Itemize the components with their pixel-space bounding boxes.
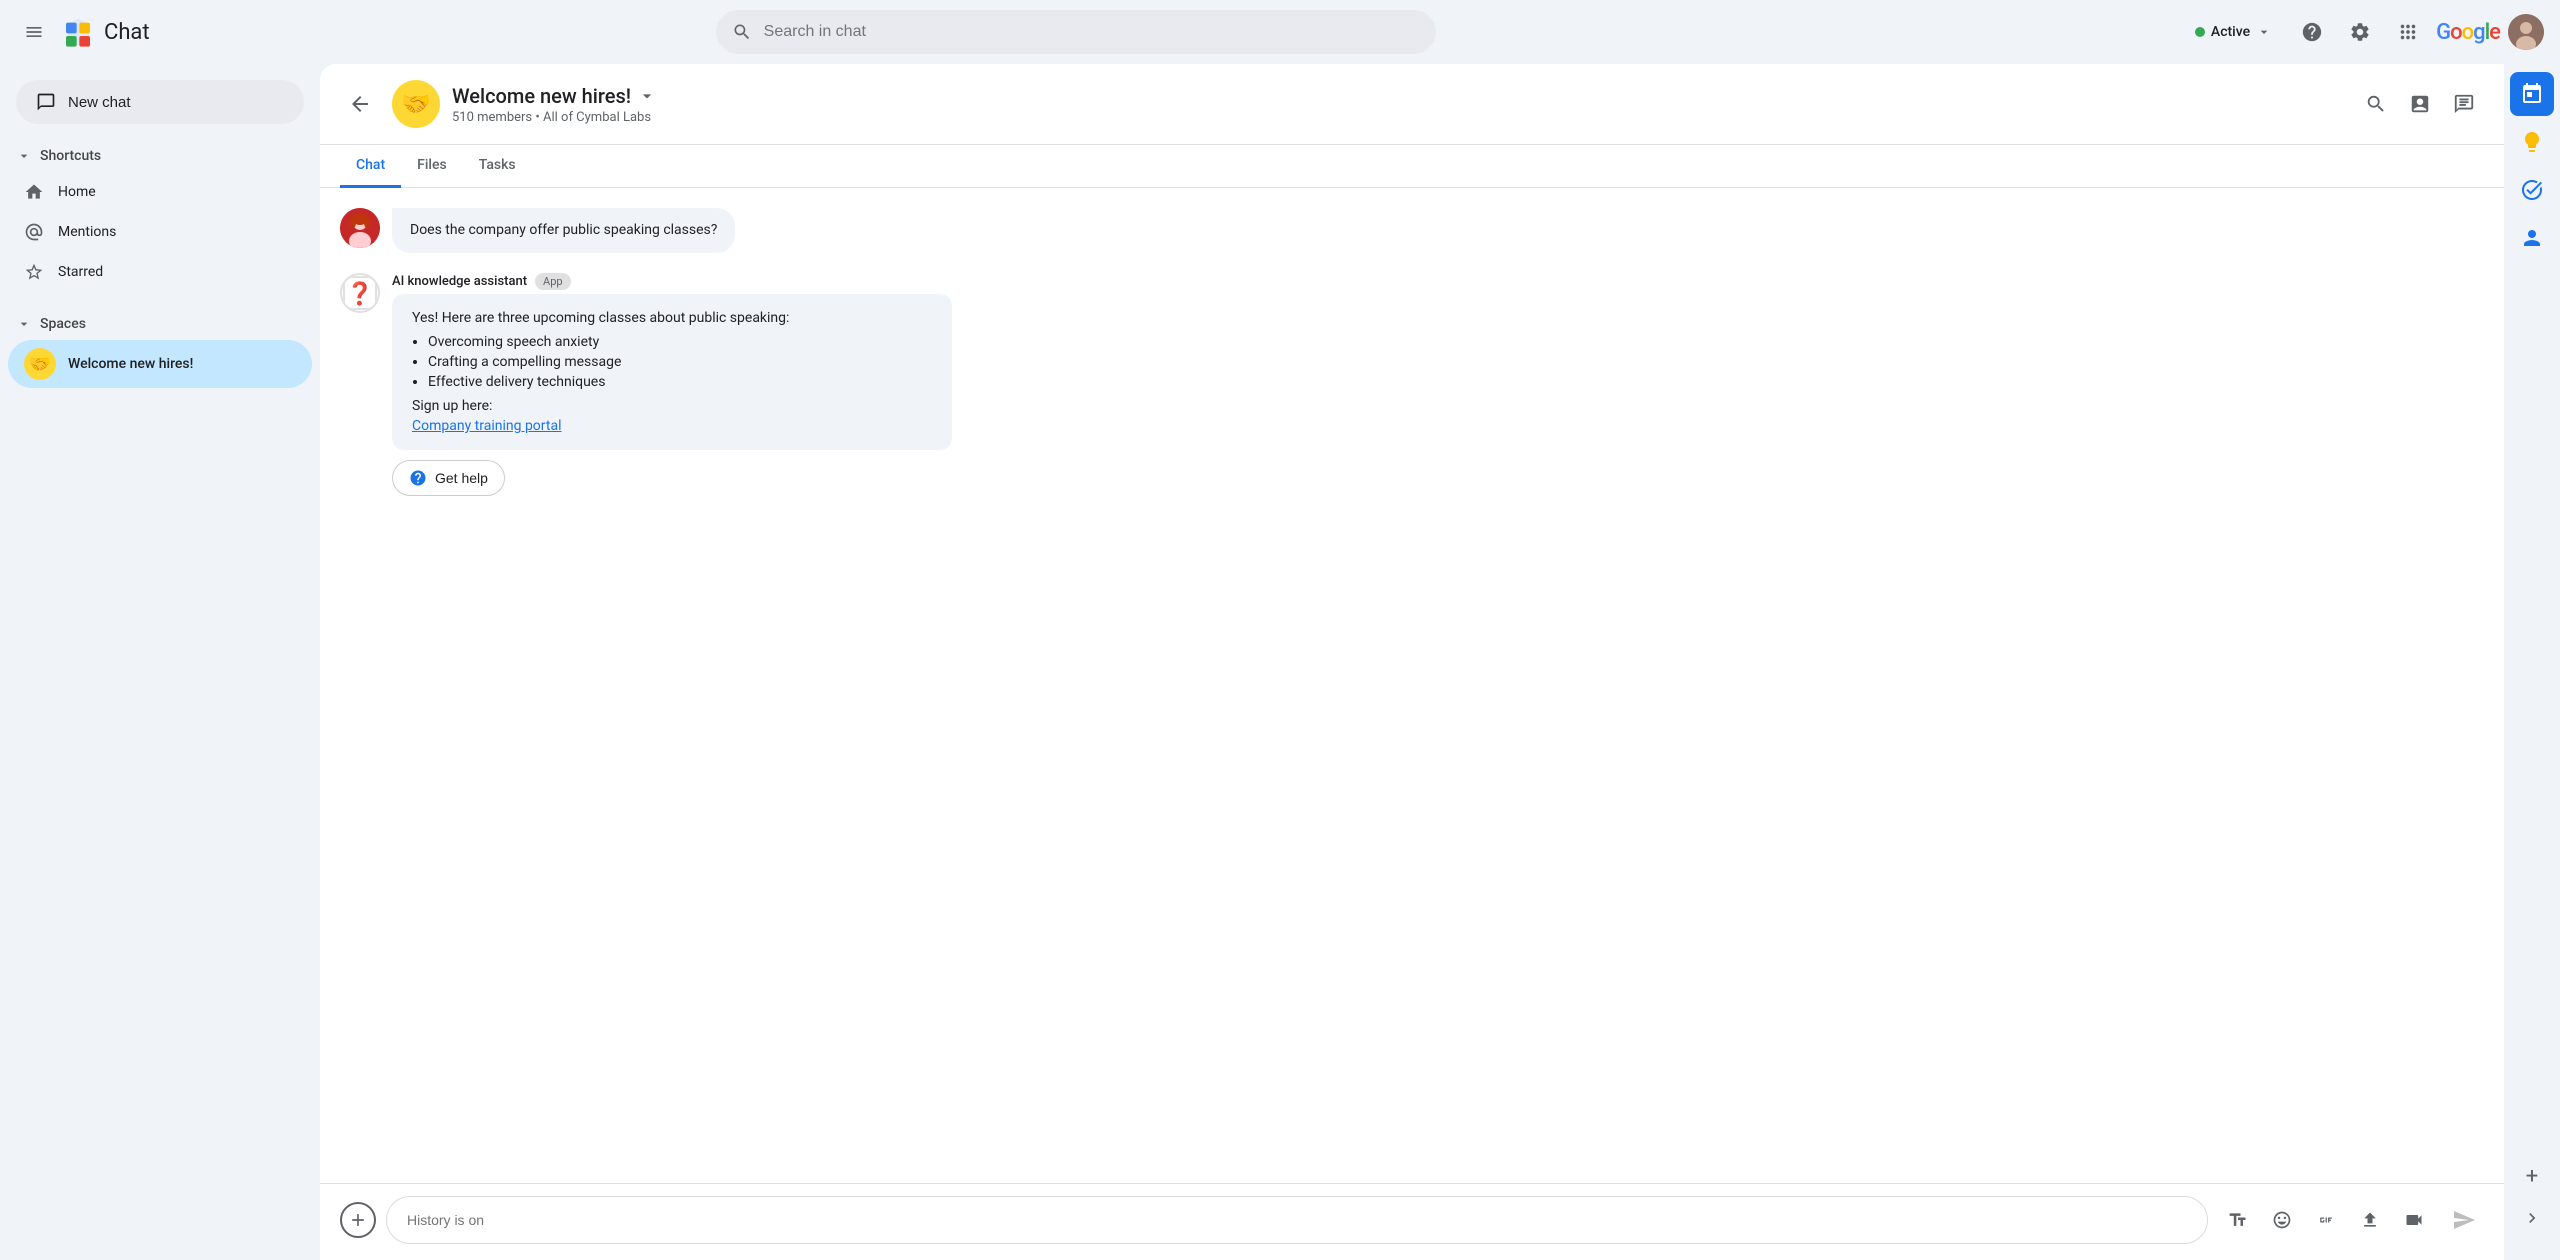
upload-icon[interactable] (2350, 1200, 2390, 1240)
contacts-icon[interactable] (2510, 216, 2554, 260)
bot-message-content: AI knowledge assistant App Yes! Here are… (392, 273, 2484, 496)
send-button[interactable] (2444, 1200, 2484, 1240)
topbar: Chat Active (0, 0, 2560, 64)
app-badge: App (535, 273, 571, 290)
spaces-label: Spaces (40, 316, 86, 332)
header-threads-icon[interactable] (2444, 84, 2484, 124)
bot-message-row: ❓ AI knowledge assistant App Yes! Here a… (340, 273, 2484, 496)
sidebar-item-starred[interactable]: Starred (0, 252, 304, 292)
shortcuts-section[interactable]: Shortcuts (0, 140, 320, 172)
back-button[interactable] (340, 84, 380, 124)
space-emoji: 🤝 (24, 348, 56, 380)
space-item-welcome[interactable]: 🤝 Welcome new hires! (8, 340, 312, 388)
user-bubble: Does the company offer public speaking c… (392, 208, 735, 253)
messages-area: Does the company offer public speaking c… (320, 188, 2504, 1183)
space-name: Welcome new hires! (68, 356, 193, 372)
apps-icon[interactable] (2388, 12, 2428, 52)
search-icon (732, 22, 752, 42)
bot-bubble: Yes! Here are three upcoming classes abo… (392, 294, 952, 450)
bot-message-avatar: ❓ (340, 273, 380, 313)
main-content: 🤝 Welcome new hires! 510 members • All o… (320, 64, 2504, 1260)
calendar-icon[interactable] (2510, 72, 2554, 116)
help-icon[interactable] (2292, 12, 2332, 52)
sidebar-item-mentions[interactable]: Mentions (0, 212, 304, 252)
format-text-icon[interactable] (2218, 1200, 2258, 1240)
topbar-right: Active Google (2183, 12, 2544, 52)
tasks-icon[interactable] (2510, 168, 2554, 212)
tab-tasks[interactable]: Tasks (463, 145, 532, 188)
right-panel-bottom: + (2512, 1156, 2552, 1252)
bot-sender: AI knowledge assistant App (392, 273, 2484, 290)
video-call-icon[interactable] (2394, 1200, 2434, 1240)
svg-text:❓: ❓ (346, 281, 373, 307)
user-message-avatar (340, 208, 380, 248)
chat-subtitle: 510 members • All of Cymbal Labs (452, 110, 2344, 125)
get-help-button[interactable]: Get help (392, 460, 505, 496)
gif-icon[interactable] (2306, 1200, 2346, 1240)
user-avatar[interactable] (2508, 14, 2544, 50)
app-logo (62, 16, 94, 48)
list-item: Overcoming speech anxiety (428, 334, 932, 350)
header-search-icon[interactable] (2356, 84, 2396, 124)
ai-signup-text: Sign up here: (412, 398, 932, 414)
keep-icon[interactable] (2510, 120, 2554, 164)
search-input[interactable] (716, 10, 1436, 54)
tab-files[interactable]: Files (401, 145, 463, 188)
chat-header-actions (2356, 84, 2484, 124)
new-chat-button[interactable]: New chat (16, 80, 304, 124)
add-app-icon[interactable]: + (2512, 1156, 2552, 1196)
app-title: Chat (104, 20, 150, 45)
input-area (320, 1183, 2504, 1260)
emoji-icon[interactable] (2262, 1200, 2302, 1240)
layout: New chat Shortcuts Home Mentions Starred… (0, 64, 2560, 1260)
shortcuts-label: Shortcuts (40, 148, 101, 164)
tab-chat[interactable]: Chat (340, 145, 401, 188)
chat-tabs: Chat Files Tasks (320, 145, 2504, 188)
ai-intro-text: Yes! Here are three upcoming classes abo… (412, 310, 932, 326)
new-chat-label: New chat (68, 94, 131, 111)
chat-header: 🤝 Welcome new hires! 510 members • All o… (320, 64, 2504, 145)
attach-button[interactable] (340, 1202, 376, 1238)
expand-panel-icon[interactable] (2514, 1200, 2550, 1236)
message-row: Does the company offer public speaking c… (340, 208, 2484, 253)
sidebar: New chat Shortcuts Home Mentions Starred… (0, 64, 320, 1260)
list-item: Effective delivery techniques (428, 374, 932, 390)
topbar-left: Chat (16, 14, 336, 50)
training-portal-link[interactable]: Company training portal (412, 418, 561, 434)
chat-title: Welcome new hires! (452, 84, 2344, 108)
menu-icon[interactable] (16, 14, 52, 50)
input-actions (2218, 1200, 2434, 1240)
starred-label: Starred (58, 264, 103, 280)
spaces-header[interactable]: Spaces (0, 308, 320, 340)
ai-list: Overcoming speech anxiety Crafting a com… (428, 334, 932, 390)
spaces-section: Spaces 🤝 Welcome new hires! (0, 308, 320, 388)
right-panel: + (2504, 64, 2560, 1260)
list-item: Crafting a compelling message (428, 354, 932, 370)
status-label: Active (2211, 24, 2250, 40)
settings-icon[interactable] (2340, 12, 2380, 52)
google-logo: Google (2436, 20, 2500, 45)
sidebar-item-home[interactable]: Home (0, 172, 304, 212)
chat-info: Welcome new hires! 510 members • All of … (452, 84, 2344, 125)
chat-header-emoji: 🤝 (392, 80, 440, 128)
search-bar[interactable] (716, 10, 1436, 54)
active-status[interactable]: Active (2183, 18, 2284, 46)
header-video-icon[interactable] (2400, 84, 2440, 124)
chat-input[interactable] (386, 1196, 2208, 1244)
mentions-label: Mentions (58, 224, 116, 240)
status-dot (2195, 27, 2205, 37)
google-logo-wrap: Google (2436, 20, 2500, 45)
user-message-content: Does the company offer public speaking c… (392, 208, 2484, 253)
home-label: Home (58, 184, 96, 200)
